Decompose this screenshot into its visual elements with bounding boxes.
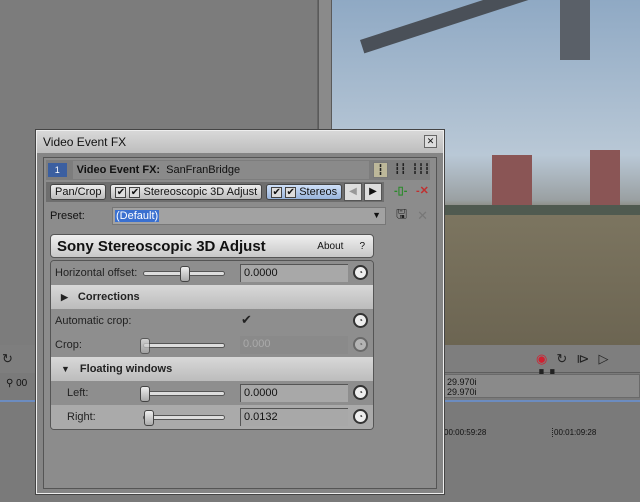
preset-label: Preset: bbox=[50, 210, 85, 222]
keyframe-clock-icon[interactable]: ◔ bbox=[353, 337, 368, 352]
chain-item-label: Stereoscopic 3D Adjust bbox=[143, 186, 258, 198]
plugin-chain: Pan/Crop ✔ ✔ Stereoscopic 3D Adjust ✔ ✔ Ster… bbox=[46, 182, 384, 202]
plugin-title: Sony Stereoscopic 3D Adjust bbox=[57, 237, 266, 255]
right-label: Right: bbox=[67, 411, 96, 423]
automatic-crop-checkbox[interactable]: ✔ bbox=[241, 313, 252, 326]
play-button[interactable]: ▷ bbox=[598, 351, 608, 367]
frame-rate-1: 29.970i bbox=[447, 377, 477, 387]
frame-rate-display: 29.970i 29.970i bbox=[444, 374, 640, 398]
two-column-view-icon[interactable]: ┇┇ bbox=[392, 162, 407, 178]
remove-plugin-icon[interactable]: -✕ bbox=[416, 184, 429, 197]
plugin-header: Sony Stereoscopic 3D Adjust About ? bbox=[50, 234, 374, 258]
slider-handle[interactable] bbox=[180, 266, 190, 282]
corrections-section-toggle[interactable]: ▶ Corrections bbox=[51, 285, 373, 309]
loop-button[interactable]: ↻ bbox=[556, 351, 567, 367]
automatic-crop-label: Automatic crop: bbox=[55, 315, 132, 327]
chain-scroll-left-button[interactable]: ◀ bbox=[344, 183, 362, 201]
left-input[interactable]: 0.0000 bbox=[240, 384, 348, 402]
about-button[interactable]: About bbox=[317, 241, 343, 252]
enable-checkbox[interactable]: ✔ bbox=[115, 186, 127, 198]
preset-row: Preset: (Default) ▼ 🖫 ✕ bbox=[46, 206, 430, 226]
horizontal-offset-slider[interactable] bbox=[143, 266, 225, 282]
keyframe-clock-icon[interactable]: ◔ bbox=[353, 265, 368, 280]
close-icon[interactable]: ✕ bbox=[424, 135, 437, 148]
ruler-tick-1: 00:00:59:28 bbox=[444, 428, 487, 437]
video-event-fx-dialog: Video Event FX ✕ 1 Video Event FX: SanFra… bbox=[35, 129, 445, 495]
automatic-crop-row: Automatic crop: ✔ ◔ bbox=[51, 309, 373, 333]
ruler-tick-2: 00:01:09:28 bbox=[552, 428, 597, 437]
track-badge: 1 bbox=[48, 163, 67, 177]
help-button[interactable]: ? bbox=[359, 241, 365, 252]
collapse-triangle-icon: ▼ bbox=[61, 364, 70, 374]
horizontal-offset-input[interactable]: 0.0000 bbox=[240, 264, 348, 282]
floating-windows-section-toggle[interactable]: ▼ Floating windows bbox=[51, 357, 373, 381]
left-slider[interactable] bbox=[140, 386, 225, 402]
frame-rate-2: 29.970i bbox=[447, 387, 477, 397]
dialog-titlebar[interactable]: Video Event FX ✕ bbox=[37, 131, 443, 153]
bridge-tower-image bbox=[560, 0, 590, 60]
crop-input[interactable]: 0.000 bbox=[240, 336, 348, 354]
corrections-label: Corrections bbox=[77, 291, 140, 303]
crop-slider[interactable] bbox=[140, 338, 225, 354]
keyframe-clock-icon[interactable]: ◔ bbox=[353, 385, 368, 400]
left-label: Left: bbox=[67, 387, 89, 399]
preset-dropdown[interactable]: (Default) ▼ bbox=[112, 207, 386, 225]
horizontal-offset-row: Horizontal offset: 0.0000 ◔ bbox=[51, 261, 373, 285]
slider-handle[interactable] bbox=[140, 386, 150, 402]
chain-item-label: Pan/Crop bbox=[55, 186, 102, 198]
left-row: Left: 0.0000 ◔ bbox=[51, 381, 373, 405]
three-column-view-icon[interactable]: ┇┇┇ bbox=[412, 162, 430, 178]
timeline-ruler[interactable]: 00:00:59:28 00:01:09:28 bbox=[444, 428, 640, 444]
keyframe-clock-icon[interactable]: ◔ bbox=[353, 313, 368, 328]
time-readout: 00 bbox=[16, 378, 28, 389]
chain-item-stereoscopic-3d-adjust[interactable]: ✔ ✔ Stereoscopic 3D Adjust bbox=[110, 184, 263, 200]
chain-scroll-right-button[interactable]: ▶ bbox=[364, 183, 382, 201]
right-input[interactable]: 0.0132 bbox=[240, 408, 348, 426]
play-from-start-button[interactable]: ⧐ bbox=[576, 351, 589, 367]
bypass-checkbox[interactable]: ✔ bbox=[129, 186, 141, 198]
plugin-panel: Sony Stereoscopic 3D Adjust About ? Hori… bbox=[50, 234, 374, 454]
floating-windows-label: Floating windows bbox=[79, 363, 173, 375]
chain-item-label: Stereos bbox=[299, 186, 338, 198]
plugin-body: Horizontal offset: 0.0000 ◔ ▶ Corrections… bbox=[50, 260, 374, 430]
fx-header: 1 Video Event FX: SanFranBridge ┇ ┇┇ ┇┇┇ bbox=[46, 160, 430, 180]
slider-handle[interactable] bbox=[140, 338, 150, 354]
fx-label: Video Event FX: bbox=[76, 164, 161, 176]
loop-icon[interactable]: ↻ bbox=[2, 351, 13, 367]
crop-row: Crop: 0.000 ◔ bbox=[51, 333, 373, 357]
fx-title: Video Event FX: SanFranBridge bbox=[72, 161, 369, 179]
right-slider[interactable] bbox=[143, 410, 225, 426]
preset-value: (Default) bbox=[115, 210, 160, 222]
fx-panel: 1 Video Event FX: SanFranBridge ┇ ┇┇ ┇┇┇ … bbox=[43, 157, 437, 489]
crop-label: Crop: bbox=[55, 339, 82, 351]
left-transport: ↻ bbox=[0, 345, 36, 373]
chain-item-pan-crop[interactable]: Pan/Crop bbox=[50, 184, 107, 200]
right-row: Right: 0.0132 ◔ bbox=[51, 405, 373, 429]
single-column-view-icon[interactable]: ┇ bbox=[372, 162, 389, 178]
plugin-chain-icon[interactable]: -▯- bbox=[394, 184, 407, 197]
event-name: SanFranBridge bbox=[166, 164, 241, 176]
expand-triangle-icon: ▶ bbox=[61, 291, 68, 302]
chevron-down-icon: ▼ bbox=[372, 210, 381, 220]
record-button[interactable]: ◉ bbox=[536, 351, 547, 367]
enable-checkbox[interactable]: ✔ bbox=[271, 186, 283, 198]
marker-icon[interactable]: ⚲ bbox=[6, 378, 13, 389]
delete-preset-icon[interactable]: ✕ bbox=[417, 208, 428, 224]
bypass-checkbox[interactable]: ✔ bbox=[285, 186, 297, 198]
keyframe-clock-icon[interactable]: ◔ bbox=[353, 409, 368, 424]
dialog-title: Video Event FX bbox=[43, 135, 127, 149]
save-preset-icon[interactable]: 🖫 bbox=[396, 205, 407, 227]
slider-handle[interactable] bbox=[144, 410, 154, 426]
horizontal-offset-label: Horizontal offset: bbox=[55, 267, 138, 279]
chain-item-stereoscopic-selected[interactable]: ✔ ✔ Stereos bbox=[266, 184, 343, 200]
